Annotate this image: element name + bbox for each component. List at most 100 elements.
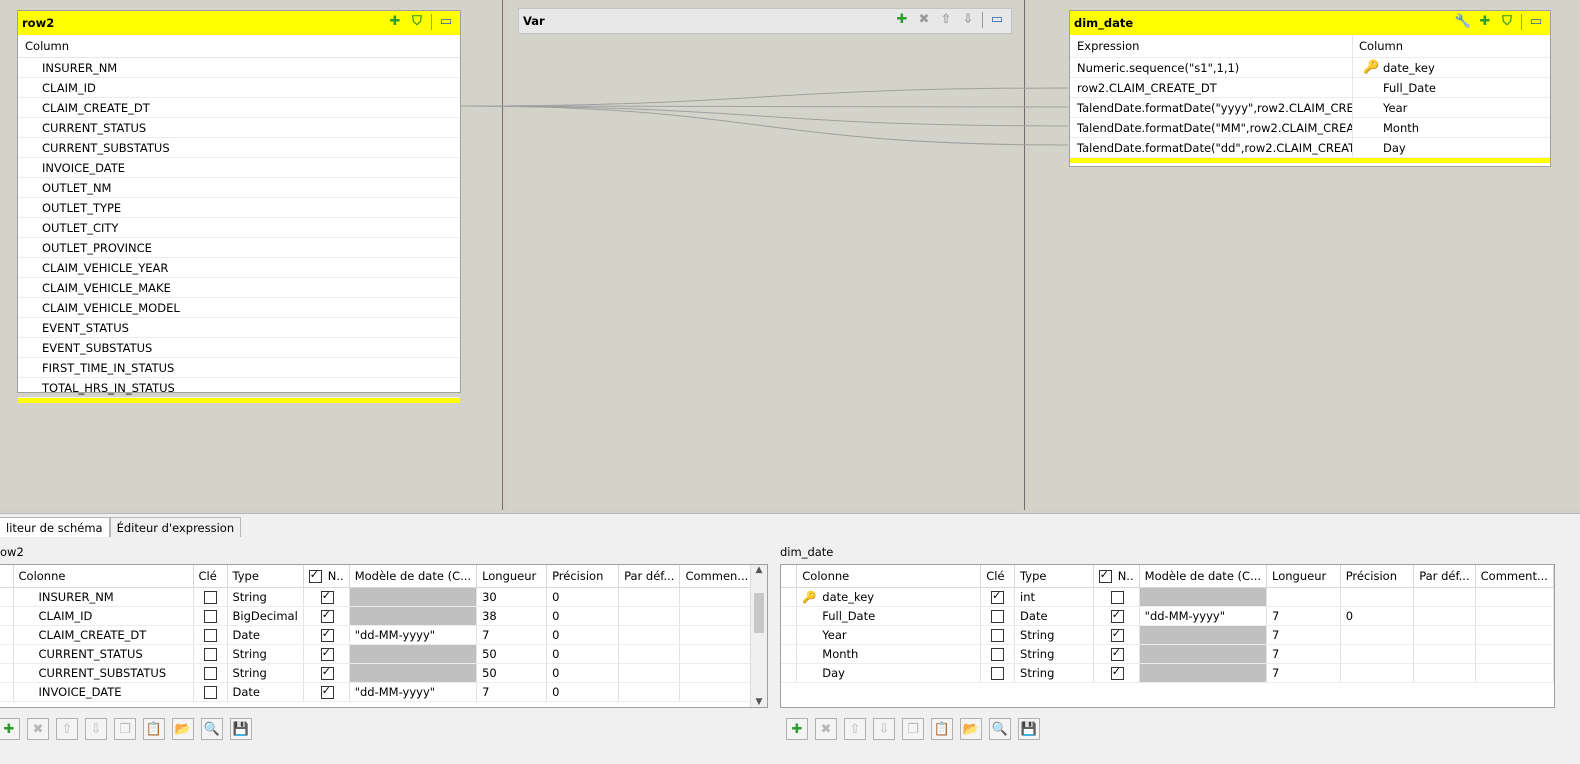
move-down-icon[interactable]: ⇩ [85,718,107,740]
expression-cell[interactable]: TalendDate.formatDate("yyyy",row2.CLAIM_… [1070,98,1353,117]
comment-cell[interactable] [679,587,755,607]
type-cell[interactable]: BigDecimal [227,606,304,626]
move-down-icon[interactable]: ⇩ [960,12,976,28]
nullable-cell[interactable] [303,606,350,626]
key-cell[interactable] [193,663,228,683]
key-cell[interactable] [980,663,1016,683]
default-cell[interactable] [618,682,681,702]
table-row[interactable]: TalendDate.formatDate("yyyy",row2.CLAIM_… [1070,98,1550,118]
nullable-cell[interactable] [1093,644,1140,664]
nullable-checkbox[interactable] [320,665,334,680]
date-pattern-cell[interactable] [1139,663,1268,683]
precision-cell[interactable] [1340,587,1415,607]
key-cell[interactable] [193,682,228,702]
comment-cell[interactable] [679,682,755,702]
type-cell[interactable]: String [1014,625,1094,645]
nullable-all-checkbox[interactable] [1098,568,1112,583]
list-item[interactable]: CURRENT_STATUS [18,118,460,138]
list-item[interactable]: EVENT_SUBSTATUS [18,338,460,358]
date-pattern-cell[interactable]: "dd-MM-yyyy" [349,682,478,702]
add-column-icon[interactable]: ✚ [1477,14,1493,30]
key-checkbox[interactable] [991,589,1005,604]
type-cell[interactable]: String [227,663,304,683]
list-item[interactable]: EVENT_STATUS [18,318,460,338]
nullable-cell[interactable] [303,663,350,683]
copy-icon[interactable]: ❐ [902,718,924,740]
column-header[interactable]: Longueur [476,565,548,588]
type-cell[interactable]: String [1014,663,1094,683]
key-checkbox[interactable] [991,610,1005,623]
export-icon[interactable]: 🔍 [989,718,1011,740]
name-cell[interactable]: INSURER_NM [13,587,194,607]
table-row[interactable]: Numeric.sequence("s1",1,1) 🔑 date_key [1070,58,1550,78]
precision-cell[interactable] [1340,663,1415,683]
name-cell[interactable]: INVOICE_DATE [13,682,194,702]
scroll-up-icon[interactable]: ▲ [751,565,767,575]
expression-cell[interactable]: TalendDate.formatDate("dd",row2.CLAIM_CR… [1070,138,1353,157]
precision-cell[interactable] [1340,644,1415,664]
list-item[interactable]: CLAIM_VEHICLE_YEAR [18,258,460,278]
move-up-icon[interactable]: ⇧ [938,12,954,28]
nullable-cell[interactable] [303,644,350,664]
name-cell[interactable]: Day [796,663,982,683]
add-icon[interactable]: ✚ [0,718,20,740]
table-row[interactable]: 🔑 date_key int [781,587,1554,607]
default-cell[interactable] [1413,625,1476,645]
list-item[interactable]: FIRST_TIME_IN_STATUS [18,358,460,378]
date-pattern-cell[interactable] [349,606,478,626]
nullable-checkbox[interactable] [1110,608,1124,623]
precision-cell[interactable]: 0 [546,682,620,702]
table-row[interactable]: TalendDate.formatDate("MM",row2.CLAIM_CR… [1070,118,1550,138]
add-column-icon[interactable]: ✚ [387,14,403,30]
move-up-icon[interactable]: ⇧ [56,718,78,740]
minimize-icon[interactable]: ▭ [989,12,1005,28]
nullable-cell[interactable] [303,625,350,645]
date-pattern-cell[interactable]: "dd-MM-yyyy" [349,625,478,645]
nullable-checkbox[interactable] [320,608,334,623]
default-cell[interactable] [1413,606,1476,626]
table-row[interactable]: INSURER_NM String 300 [0,587,755,607]
length-cell[interactable]: 38 [476,606,548,626]
date-pattern-cell[interactable]: "dd-MM-yyyy" [1139,606,1268,626]
save-icon[interactable]: 💾 [230,718,252,740]
length-cell[interactable]: 7 [1266,606,1341,626]
key-cell[interactable] [193,587,228,607]
key-checkbox[interactable] [203,591,217,604]
name-cell[interactable]: CLAIM_CREATE_DT [13,625,194,645]
filter-icon[interactable]: ⛉ [1499,14,1515,30]
paste-icon[interactable]: 📋 [931,718,953,740]
type-cell[interactable]: Date [227,625,304,645]
name-cell[interactable]: CURRENT_STATUS [13,644,194,664]
precision-cell[interactable]: 0 [546,625,620,645]
nullable-all-checkbox[interactable] [308,568,322,583]
date-pattern-cell[interactable] [349,587,478,607]
comment-cell[interactable] [1475,606,1554,626]
date-pattern-cell[interactable] [349,644,478,664]
save-icon[interactable]: 💾 [1018,718,1040,740]
column-header[interactable]: Modèle de date (C... [1139,565,1268,588]
default-cell[interactable] [1413,587,1476,607]
column-header[interactable]: Par déf... [618,565,681,588]
list-item[interactable]: INVOICE_DATE [18,158,460,178]
import-icon[interactable]: 📂 [960,718,982,740]
default-cell[interactable] [618,625,681,645]
table-row[interactable]: Month String 7 [781,644,1554,664]
name-cell[interactable]: Month [796,644,982,664]
expression-cell[interactable]: TalendDate.formatDate("MM",row2.CLAIM_CR… [1070,118,1353,137]
paste-icon[interactable]: 📋 [143,718,165,740]
column-header[interactable]: Clé [193,565,228,588]
nullable-checkbox[interactable] [1110,646,1124,661]
nullable-checkbox[interactable] [1110,627,1124,642]
key-checkbox[interactable] [203,667,217,680]
column-header[interactable]: Commen... [679,565,755,588]
column-header[interactable]: Colonne [796,565,982,588]
column-header[interactable]: N.. [1093,565,1140,588]
date-pattern-cell[interactable] [1139,644,1268,664]
scroll-down-icon[interactable]: ▼ [751,697,767,707]
comment-cell[interactable] [1475,644,1554,664]
type-cell[interactable]: String [227,644,304,664]
column-header[interactable]: Clé [980,565,1016,588]
nullable-cell[interactable] [1093,587,1140,607]
wrench-icon[interactable]: 🔧 [1455,14,1471,30]
length-cell[interactable]: 30 [476,587,548,607]
